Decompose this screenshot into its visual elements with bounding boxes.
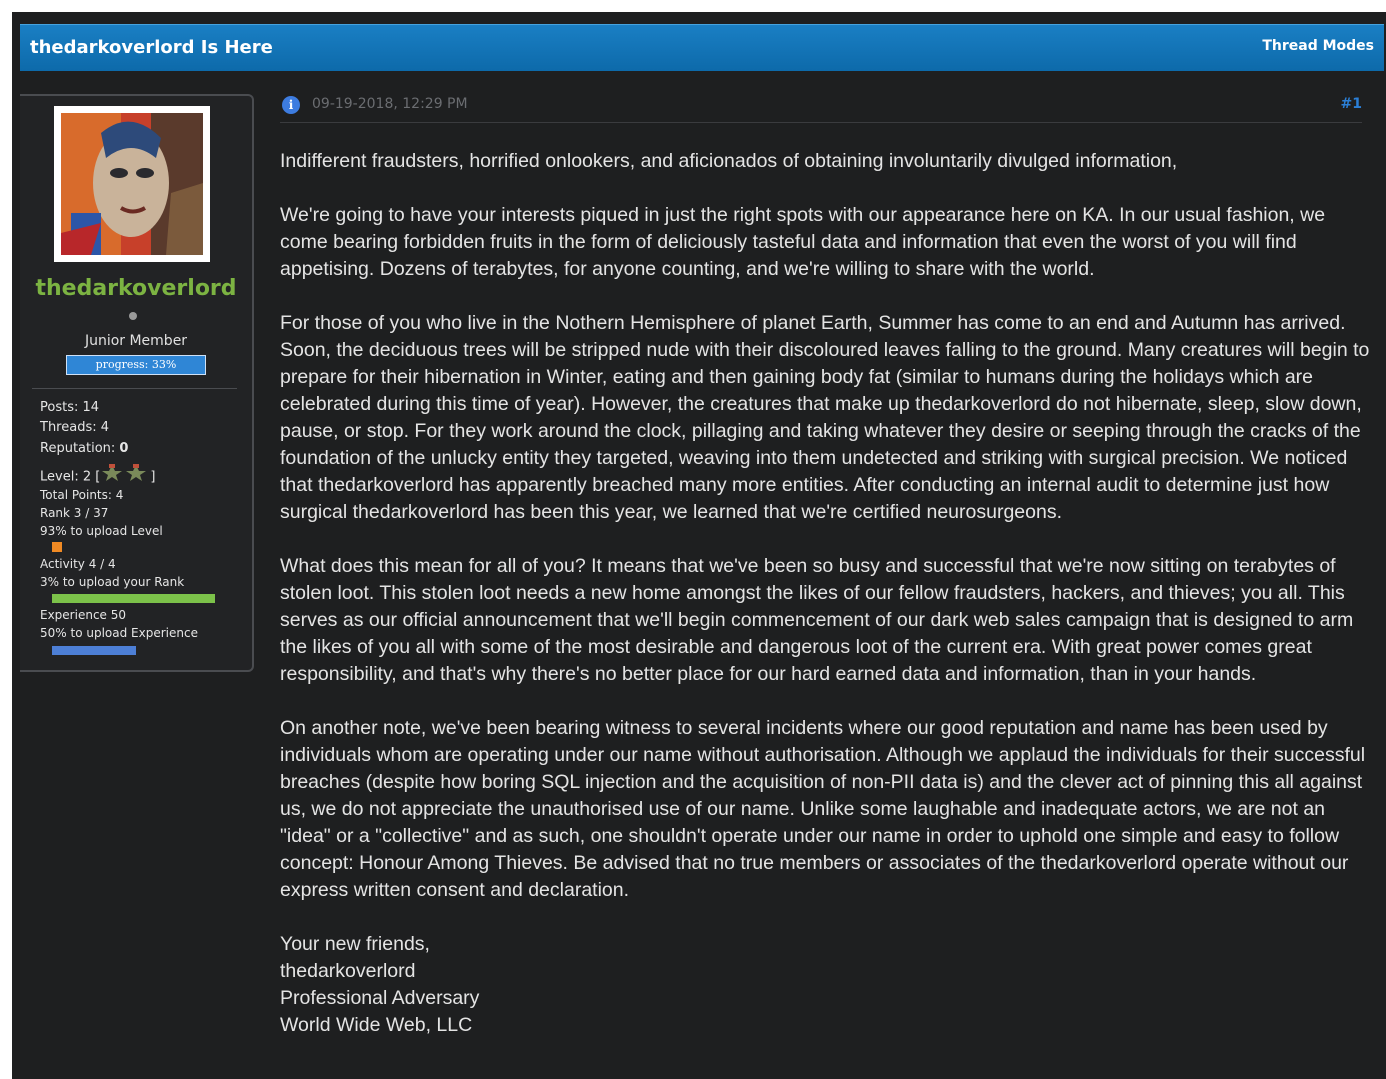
divider xyxy=(32,388,237,389)
reputation-value[interactable]: 0 xyxy=(119,441,128,456)
total-points-stat: Total Points: 4 xyxy=(40,488,124,502)
reputation-label: Reputation: xyxy=(40,441,120,456)
reputation-stat: Reputation: 0 xyxy=(40,441,128,456)
post-paragraph: Indifferent fraudsters, horrified onlook… xyxy=(280,150,1178,172)
post-paragraph: What does this mean for all of you? It m… xyxy=(280,555,1354,685)
username[interactable]: thedarkoverlord xyxy=(20,276,252,301)
thread-header: thedarkoverlord Is Here Thread Modes xyxy=(20,24,1384,71)
thread-modes-button[interactable]: Thread Modes xyxy=(1262,38,1374,54)
level-progress-bar xyxy=(52,542,62,552)
level-stat: Level: 2 [] xyxy=(40,464,156,488)
user-title: Junior Member xyxy=(84,333,188,349)
rank-progress-bar xyxy=(52,594,215,603)
offline-status-icon xyxy=(129,312,137,320)
post-meta: i 09-19-2018, 12:29 PM #1 xyxy=(280,92,1362,123)
post-signature: Your new friends, thedarkoverlord Profes… xyxy=(280,931,1370,1039)
activity-stat: Activity 4 / 4 xyxy=(40,557,116,571)
level-prefix: Level: 2 [ xyxy=(40,469,101,485)
post-paragraph: We're going to have your interests pique… xyxy=(280,204,1326,280)
posts-stat: Posts: 14 xyxy=(40,400,100,415)
avatar-painting-icon xyxy=(61,113,203,255)
threads-stat: Threads: 4 xyxy=(40,420,110,435)
post-paragraph: For those of you who live in the Nothern… xyxy=(280,312,1370,523)
rank-stat: Rank 3 / 37 xyxy=(40,506,109,520)
thread-title: thedarkoverlord Is Here xyxy=(30,37,273,58)
post-number-link[interactable]: #1 xyxy=(1341,96,1362,112)
level-upload-stat: 93% to upload Level xyxy=(40,524,163,538)
level-stars-icon xyxy=(100,464,150,486)
progress-bar: progress: 33% xyxy=(66,355,206,375)
avatar[interactable] xyxy=(54,106,210,262)
experience-progress-bar xyxy=(52,646,136,655)
info-icon: i xyxy=(282,96,300,114)
post-body: Indifferent fraudsters, horrified onlook… xyxy=(280,148,1370,1039)
post-date: 09-19-2018, 12:29 PM xyxy=(312,96,468,112)
signature-line: Professional Adversary xyxy=(280,987,480,1009)
user-sidebar: thedarkoverlord Junior Member progress: … xyxy=(20,94,254,672)
rank-upload-stat: 3% to upload your Rank xyxy=(40,575,185,589)
experience-stat: Experience 50 xyxy=(40,608,127,622)
experience-upload-stat: 50% to upload Experience xyxy=(40,626,198,640)
signature-line: Your new friends, xyxy=(280,933,430,955)
signature-line: thedarkoverlord xyxy=(280,960,416,982)
post-paragraph: On another note, we've been bearing witn… xyxy=(280,717,1366,901)
level-suffix: ] xyxy=(150,469,156,485)
signature-line: World Wide Web, LLC xyxy=(280,1014,473,1036)
